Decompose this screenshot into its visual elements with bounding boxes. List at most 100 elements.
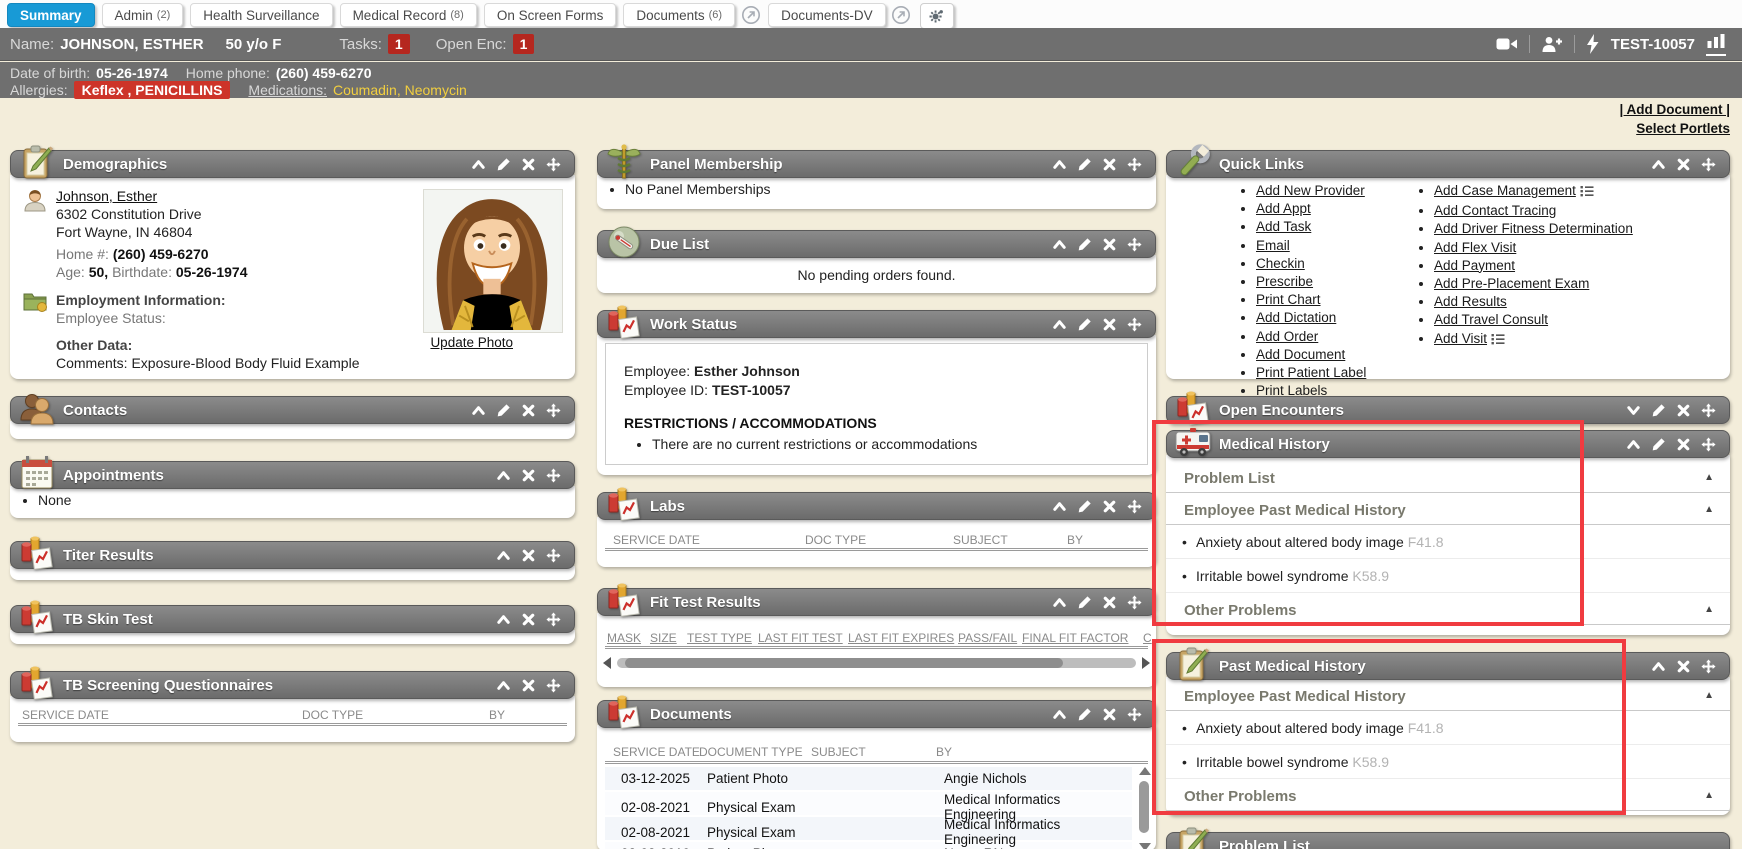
table-row[interactable]: 02-08-2021 Physical Exam Medical Informa…: [605, 792, 1132, 815]
tab-summary[interactable]: Summary: [7, 3, 95, 27]
close-icon[interactable]: [1676, 403, 1691, 418]
flowsheet-chart-icon[interactable]: [1706, 33, 1726, 56]
quick-link[interactable]: Email: [1256, 238, 1290, 253]
demographics-header[interactable]: Demographics: [10, 150, 575, 178]
edit-icon[interactable]: [1077, 237, 1092, 252]
edit-icon[interactable]: [1077, 317, 1092, 332]
patient-name-link[interactable]: Johnson, Esther: [56, 188, 157, 204]
tb-skin-test-header[interactable]: TB Skin Test: [10, 605, 575, 633]
quick-link[interactable]: Add Driver Fitness Determination: [1434, 221, 1633, 236]
problem-item[interactable]: • Anxiety about altered body image F41.8: [1166, 711, 1730, 745]
tb-screening-header[interactable]: TB Screening Questionnaires: [10, 671, 575, 699]
quick-link[interactable]: Add New Provider: [1256, 183, 1365, 198]
scroll-left-icon[interactable]: [603, 657, 611, 669]
move-icon[interactable]: [546, 678, 561, 693]
close-icon[interactable]: [521, 157, 536, 172]
collapse-icon[interactable]: [1626, 437, 1641, 452]
collapse-icon[interactable]: [496, 468, 511, 483]
quick-link[interactable]: Add Travel Consult: [1434, 312, 1548, 327]
close-icon[interactable]: [1676, 157, 1691, 172]
move-icon[interactable]: [546, 403, 561, 418]
quick-link[interactable]: Prescribe: [1256, 274, 1313, 289]
tab-documents-dv[interactable]: Documents-DV: [768, 3, 886, 27]
update-photo-link[interactable]: Update Photo: [430, 335, 513, 350]
allergies-badge[interactable]: Keflex , PENICILLINS: [74, 81, 231, 99]
edit-icon[interactable]: [1077, 707, 1092, 722]
edit-icon[interactable]: [496, 403, 511, 418]
collapse-icon[interactable]: [471, 403, 486, 418]
scrollbar-thumb[interactable]: [625, 658, 1063, 668]
quick-link[interactable]: Add Visit: [1434, 331, 1487, 346]
popout-icon[interactable]: [891, 4, 912, 25]
move-icon[interactable]: [546, 612, 561, 627]
tasks-count-badge[interactable]: 1: [388, 34, 410, 54]
lightning-bolt-icon[interactable]: [1586, 34, 1600, 54]
column-header-sort[interactable]: SIZE: [650, 631, 677, 645]
section-collapse-icon[interactable]: ▲: [1704, 604, 1714, 615]
move-icon[interactable]: [546, 548, 561, 563]
problem-item[interactable]: • Irritable bowel syndrome K58.9: [1166, 745, 1730, 779]
work-status-header[interactable]: Work Status: [597, 310, 1156, 338]
column-header-sort[interactable]: PASS/FAIL: [958, 631, 1017, 645]
collapse-icon[interactable]: [496, 678, 511, 693]
edit-icon[interactable]: [1077, 595, 1092, 610]
table-row[interactable]: 02-08-2021 Physical Exam Medical Informa…: [605, 817, 1132, 840]
close-icon[interactable]: [521, 548, 536, 563]
scroll-up-icon[interactable]: [1139, 767, 1151, 775]
close-icon[interactable]: [1676, 437, 1691, 452]
scroll-down-icon[interactable]: [1139, 843, 1151, 849]
horizontal-scrollbar[interactable]: [603, 657, 1150, 669]
move-icon[interactable]: [1127, 317, 1142, 332]
past-medical-history-header[interactable]: Past Medical History: [1166, 652, 1730, 680]
move-icon[interactable]: [1127, 157, 1142, 172]
quick-links-header[interactable]: Quick Links: [1166, 150, 1730, 178]
open-encounters-header[interactable]: Open Encounters: [1166, 396, 1730, 424]
edit-icon[interactable]: [1077, 499, 1092, 514]
collapse-icon[interactable]: [1052, 317, 1067, 332]
titer-results-header[interactable]: Titer Results: [10, 541, 575, 569]
section-collapse-icon[interactable]: ▲: [1704, 504, 1714, 515]
medical-history-header[interactable]: Medical History: [1166, 430, 1730, 458]
quick-link[interactable]: Add Dictation: [1256, 310, 1336, 325]
close-icon[interactable]: [521, 612, 536, 627]
close-icon[interactable]: [1102, 237, 1117, 252]
column-header-sort[interactable]: TEST TYPE: [687, 631, 752, 645]
documents-header[interactable]: Documents: [597, 700, 1156, 728]
quick-link[interactable]: Add Order: [1256, 329, 1318, 344]
quick-link[interactable]: Add Appt: [1256, 201, 1311, 216]
contacts-header[interactable]: Contacts: [10, 396, 575, 424]
expand-icon[interactable]: [1626, 403, 1641, 418]
close-icon[interactable]: [1102, 317, 1117, 332]
collapse-icon[interactable]: [1651, 659, 1666, 674]
add-document-link[interactable]: | Add Document |: [1619, 100, 1730, 119]
collapse-icon[interactable]: [1052, 157, 1067, 172]
move-icon[interactable]: [546, 468, 561, 483]
quick-link[interactable]: Add Payment: [1434, 258, 1515, 273]
move-icon[interactable]: [1701, 157, 1716, 172]
move-icon[interactable]: [1127, 237, 1142, 252]
close-icon[interactable]: [1676, 659, 1691, 674]
fit-test-results-header[interactable]: Fit Test Results: [597, 588, 1156, 616]
quick-link[interactable]: Add Pre-Placement Exam: [1434, 276, 1589, 291]
quick-link[interactable]: Print Chart: [1256, 292, 1321, 307]
close-icon[interactable]: [1102, 707, 1117, 722]
quick-link[interactable]: Add Task: [1256, 219, 1311, 234]
collapse-icon[interactable]: [1651, 157, 1666, 172]
list-icon[interactable]: [1491, 333, 1505, 349]
move-icon[interactable]: [1127, 707, 1142, 722]
add-person-icon[interactable]: [1541, 35, 1563, 53]
edit-icon[interactable]: [1077, 157, 1092, 172]
quick-link[interactable]: Add Results: [1434, 294, 1507, 309]
collapse-icon[interactable]: [1052, 595, 1067, 610]
move-icon[interactable]: [1701, 403, 1716, 418]
close-icon[interactable]: [521, 468, 536, 483]
quick-link[interactable]: Print Patient Label: [1256, 365, 1366, 380]
problem-item[interactable]: • Irritable bowel syndrome K58.9: [1166, 559, 1730, 593]
select-portlets-link[interactable]: Select Portlets: [1619, 119, 1730, 138]
close-icon[interactable]: [1102, 595, 1117, 610]
quick-link[interactable]: Checkin: [1256, 256, 1305, 271]
move-icon[interactable]: [546, 157, 561, 172]
section-collapse-icon[interactable]: ▲: [1704, 472, 1714, 483]
collapse-icon[interactable]: [496, 612, 511, 627]
table-row[interactable]: 03-12-2025 Patient Photo Angie Nichols: [605, 767, 1132, 790]
